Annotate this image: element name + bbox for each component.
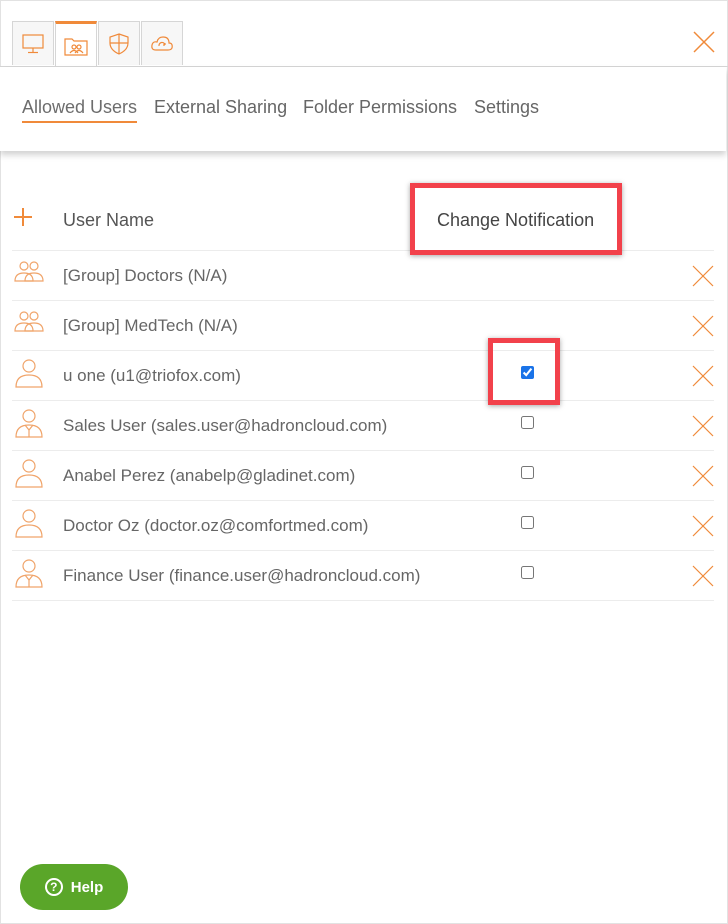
delete-icon[interactable] [691,464,715,488]
user-name: [Group] MedTech (N/A) [63,316,238,335]
tab-cloud-sync[interactable] [141,21,183,65]
table-row: Doctor Oz (doctor.oz@comfortmed.com) [12,501,714,551]
help-icon: ? [44,878,63,896]
user-name: Doctor Oz (doctor.oz@comfortmed.com) [63,516,369,535]
change-notification-checkbox[interactable] [521,366,534,379]
change-notification-checkbox[interactable] [521,466,534,479]
tab-settings[interactable]: Settings [474,97,539,118]
help-button[interactable]: ? Help [20,864,128,910]
delete-icon[interactable] [691,264,715,288]
change-notification-checkbox[interactable] [521,416,534,429]
shield-icon [109,32,129,55]
user-name: Finance User (finance.user@hadroncloud.c… [63,566,421,585]
tab-folder-permissions[interactable]: Folder Permissions [303,97,457,118]
group-icon [14,261,44,282]
delete-icon[interactable] [691,514,715,538]
user-name: Sales User (sales.user@hadroncloud.com) [63,416,388,435]
user-icon [15,509,43,538]
user-name: Anabel Perez (anabelp@gladinet.com) [63,466,356,485]
table-row: u one (u1@triofox.com) [12,351,714,401]
business-user-icon [15,409,43,438]
icon-tab-bar [12,21,184,67]
delete-icon[interactable] [691,314,715,338]
tab-allowed-users[interactable]: Allowed Users [22,97,138,123]
shared-folder-icon [64,37,88,56]
tab-external-sharing[interactable]: External Sharing [154,97,287,118]
computer-icon [22,33,44,53]
column-header-user-name: User Name [63,210,155,230]
close-icon[interactable] [692,30,716,54]
column-header-change-notification: Change Notification [437,210,595,230]
table-header: User Name Change Notification [12,190,714,251]
user-name: [Group] Doctors (N/A) [63,266,228,285]
user-icon [15,459,43,488]
help-label: Help [70,878,104,896]
table-row: [Group] Doctors (N/A) [12,251,714,301]
tab-shared-folder[interactable] [55,21,97,67]
table-row: Finance User (finance.user@hadroncloud.c… [12,551,714,601]
table-row: Anabel Perez (anabelp@gladinet.com) [12,451,714,501]
delete-icon[interactable] [691,414,715,438]
user-name: u one (u1@triofox.com) [63,366,241,385]
add-user-button[interactable] [12,206,34,228]
tab-computer[interactable] [12,21,54,65]
business-user-icon [15,559,43,588]
group-icon [14,311,44,332]
change-notification-checkbox[interactable] [521,566,534,579]
change-notification-checkbox[interactable] [521,516,534,529]
cloud-sync-icon [151,35,173,51]
user-icon [15,359,43,388]
delete-icon[interactable] [691,564,715,588]
tab-security[interactable] [98,21,140,65]
delete-icon[interactable] [691,364,715,388]
subtab-panel: Allowed Users External Sharing Folder Pe… [0,67,726,151]
table-row: [Group] MedTech (N/A) [12,301,714,351]
table-row: Sales User (sales.user@hadroncloud.com) [12,401,714,451]
